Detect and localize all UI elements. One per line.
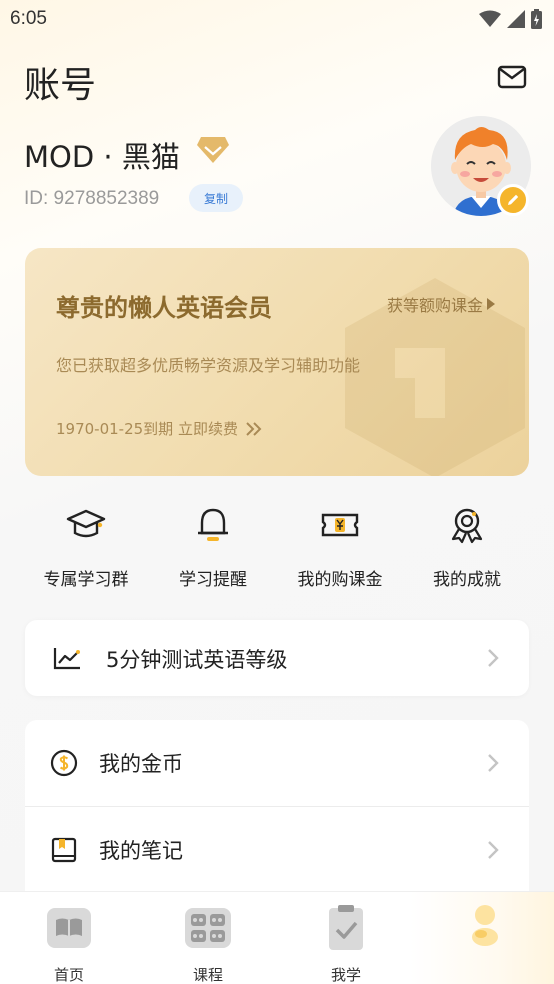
copy-id-button[interactable]: 复制	[189, 184, 243, 212]
tab-label: 首页	[53, 966, 84, 984]
status-time: 6:05	[10, 8, 47, 29]
level-test-row[interactable]: 5分钟测试英语等级	[25, 620, 529, 696]
menu-item-label: 我的笔记	[99, 839, 183, 863]
username: MOD · 黑猫	[24, 140, 180, 174]
menu-list: 我的金币 我的笔记	[25, 720, 529, 894]
level-test-label: 5分钟测试英语等级	[106, 648, 288, 672]
chevron-right-icon	[488, 841, 499, 859]
tab-home[interactable]: 首页	[29, 904, 109, 984]
graduation-cap-icon	[66, 509, 106, 538]
quick-actions: 专属学习群 学习提醒 我的购课金 我的成就	[0, 505, 554, 595]
quick-item-achievement[interactable]: 我的成就	[407, 505, 527, 590]
battery-icon	[531, 9, 542, 29]
tab-label: 课程	[192, 966, 223, 984]
quick-item-course-credit[interactable]: 我的购课金	[280, 505, 400, 590]
quick-item-reminder[interactable]: 学习提醒	[153, 505, 273, 590]
chevron-right-icon	[488, 649, 499, 667]
wifi-icon	[479, 10, 501, 27]
vip-benefit-link[interactable]: 获等额购课金	[387, 292, 495, 316]
vip-gem-icon	[196, 135, 230, 165]
menu-item-notes[interactable]: 我的笔记	[25, 807, 529, 893]
coupon-icon	[321, 513, 359, 537]
quick-item-label: 我的购课金	[297, 570, 383, 590]
quick-item-label: 学习提醒	[179, 570, 247, 590]
tab-my-study[interactable]: 我学	[306, 904, 386, 984]
quick-item-label: 我的成就	[433, 570, 501, 590]
bell-icon	[198, 508, 228, 541]
account-page: 6:05 账号 MOD · 黑猫 ID: 9278852389 复制 尊贵的懒人…	[0, 0, 554, 984]
book-icon	[47, 908, 91, 948]
vip-benefit-label: 获等额购课金	[386, 296, 483, 315]
tab-label: 我学	[330, 966, 361, 984]
coin-icon	[50, 749, 78, 777]
vip-expire-text: 1970-01-25到期 立即续费	[56, 420, 238, 438]
profile-icon	[472, 905, 498, 946]
user-id: ID: 9278852389	[24, 188, 160, 209]
chart-icon	[53, 648, 80, 670]
tab-bar: 首页 课程 我学	[0, 891, 554, 984]
vip-renew-link[interactable]: 1970-01-25到期 立即续费	[56, 418, 262, 439]
page-title: 账号	[24, 65, 97, 106]
tab-profile[interactable]	[445, 904, 525, 964]
vip-card[interactable]: 尊贵的懒人英语会员 获等额购课金 您已获取超多优质畅学资源及学习辅助功能 197…	[25, 248, 529, 476]
edit-avatar-button[interactable]	[497, 184, 529, 216]
menu-item-coins[interactable]: 我的金币	[25, 720, 529, 807]
status-icons	[479, 9, 542, 29]
signal-icon	[507, 10, 525, 28]
chevron-right-icon	[488, 754, 499, 772]
clipboard-icon	[329, 905, 363, 950]
medal-icon	[451, 508, 483, 544]
quick-item-study-group[interactable]: 专属学习群	[26, 505, 146, 590]
triangle-right-icon	[487, 298, 495, 310]
menu-item-label: 我的金币	[99, 752, 183, 776]
status-bar: 6:05	[0, 0, 554, 38]
tab-courses[interactable]: 课程	[168, 904, 248, 984]
quick-item-label: 专属学习群	[43, 570, 129, 590]
vip-description: 您已获取超多优质畅学资源及学习辅助功能	[56, 356, 361, 375]
grid-icon	[185, 908, 231, 948]
mail-icon[interactable]	[497, 62, 527, 92]
pencil-icon	[508, 194, 519, 205]
notebook-icon	[51, 837, 77, 863]
double-chevron-right-icon	[246, 421, 262, 436]
vip-title: 尊贵的懒人英语会员	[56, 294, 272, 322]
